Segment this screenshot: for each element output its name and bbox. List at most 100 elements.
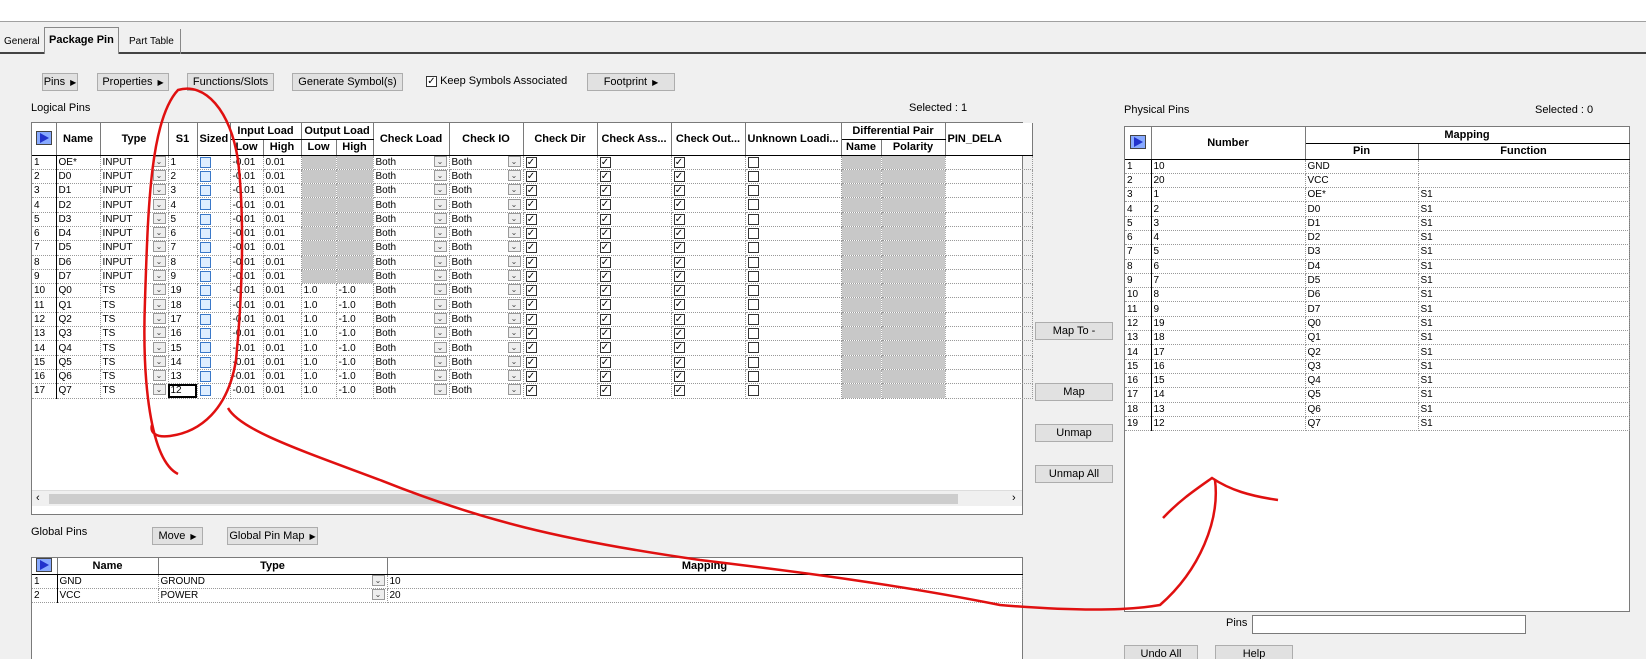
pin-name-cell[interactable]: Q6 xyxy=(56,369,101,385)
check-ass-cell[interactable]: ✓ xyxy=(597,155,672,170)
check-load-cell[interactable]: Both ⌄ xyxy=(373,340,450,356)
physical-col-number[interactable]: Number xyxy=(1151,127,1306,160)
input-load-high-cell[interactable]: 0.01 xyxy=(263,369,302,385)
check-load-cell[interactable]: Both ⌄ xyxy=(373,255,450,270)
pin-name-cell[interactable]: Q2 xyxy=(56,312,101,328)
global-col-type[interactable]: Type xyxy=(158,558,388,575)
dropdown-arrow-icon[interactable]: ⌄ xyxy=(433,270,447,282)
physical-number-cell[interactable]: 17 xyxy=(1151,344,1306,360)
check-dir-cell[interactable]: ✓ xyxy=(523,169,598,185)
sized-cell[interactable] xyxy=(197,197,231,213)
sized-cell[interactable] xyxy=(197,283,231,299)
dropdown-arrow-icon[interactable]: ⌄ xyxy=(433,341,447,353)
row-number[interactable]: 5 xyxy=(32,212,57,227)
diff-polarity-cell[interactable] xyxy=(881,169,946,185)
unknown-load-cell[interactable] xyxy=(745,240,842,256)
sized-cell[interactable] xyxy=(197,183,231,199)
diff-name-cell[interactable] xyxy=(841,326,882,342)
row-number[interactable]: 4 xyxy=(1125,201,1152,217)
row-number[interactable]: 2 xyxy=(32,588,58,604)
check-dir-cell[interactable]: ✓ xyxy=(523,212,598,227)
row-number[interactable]: 10 xyxy=(1125,287,1152,303)
global-pins-grid[interactable]: Name Type Mapping 1 GND GROUND ⌄ 10 2 VCC POWER… xyxy=(31,557,1023,659)
input-load-low-cell[interactable]: -0.01 xyxy=(230,240,264,256)
pin-type-cell[interactable]: INPUT ⌄ xyxy=(100,155,169,170)
pin-delay-cell[interactable] xyxy=(945,355,1033,370)
pin-type-cell[interactable]: TS ⌄ xyxy=(100,326,169,342)
global-mapping-cell[interactable]: 10 xyxy=(387,574,1023,589)
physical-pin-row[interactable]: 17 14 Q5 S1 xyxy=(1125,387,1630,403)
check-dir-cell[interactable]: ✓ xyxy=(523,340,598,356)
unknown-load-cell[interactable] xyxy=(745,197,842,213)
diff-polarity-cell[interactable] xyxy=(881,340,946,356)
physical-pin-cell[interactable]: D3 xyxy=(1305,244,1419,260)
s1-cell[interactable]: 17 xyxy=(168,312,198,328)
generate-symbols-button[interactable]: Generate Symbol(s) xyxy=(292,73,403,91)
check-io-cell[interactable]: Both ⌄ xyxy=(449,383,524,399)
unknown-load-cell[interactable] xyxy=(745,369,842,385)
row-number[interactable]: 19 xyxy=(1125,416,1152,432)
physical-pin-row[interactable]: 16 15 Q4 S1 xyxy=(1125,373,1630,389)
physical-pin-cell[interactable]: OE* xyxy=(1305,187,1419,203)
row-number[interactable]: 6 xyxy=(1125,230,1152,246)
s1-cell[interactable]: 2 xyxy=(168,169,198,185)
check-ass-cell[interactable]: ✓ xyxy=(597,312,672,328)
check-load-cell[interactable]: Both ⌄ xyxy=(373,226,450,242)
row-number[interactable]: 7 xyxy=(1125,244,1152,260)
col-pin-delay[interactable]: PIN_DELA xyxy=(945,123,1033,156)
input-load-low-cell[interactable]: -0.01 xyxy=(230,155,264,170)
checkbox-checked-icon[interactable]: ✓ xyxy=(525,285,537,297)
logical-pin-row[interactable]: 10 Q0 TS ⌄ 19 -0.01 0.01 1.0 -1.0 Both ⌄ Both ⌄ ✓ ✓ ✓ xyxy=(32,283,1033,299)
input-load-high-cell[interactable]: 0.01 xyxy=(263,226,302,242)
input-load-high-cell[interactable]: 0.01 xyxy=(263,183,302,199)
dropdown-arrow-icon[interactable]: ⌄ xyxy=(433,298,447,310)
check-dir-cell[interactable]: ✓ xyxy=(523,255,598,270)
checkbox-unchecked-icon[interactable] xyxy=(747,313,759,325)
footprint-menu-button[interactable]: Footprint ▶ xyxy=(587,73,675,91)
sized-checkbox[interactable] xyxy=(199,328,211,340)
logical-pin-row[interactable]: 4 D2 INPUT ⌄ 4 -0.01 0.01 Both ⌄ Both ⌄ ✓ ✓ ✓ xyxy=(32,197,1033,213)
physical-pin-row[interactable]: 9 7 D5 S1 xyxy=(1125,273,1630,289)
checkbox-checked-icon[interactable]: ✓ xyxy=(599,242,611,254)
physical-function-cell[interactable]: S1 xyxy=(1418,373,1630,389)
s1-cell[interactable]: 8 xyxy=(168,255,198,270)
checkbox-checked-icon[interactable]: ✓ xyxy=(525,213,537,225)
pins-input[interactable] xyxy=(1252,615,1526,634)
dropdown-arrow-icon[interactable]: ⌄ xyxy=(507,184,521,196)
physical-number-cell[interactable]: 4 xyxy=(1151,230,1306,246)
row-number[interactable]: 5 xyxy=(1125,216,1152,231)
physical-pin-cell[interactable]: D1 xyxy=(1305,216,1419,231)
pin-name-cell[interactable]: Q7 xyxy=(56,383,101,399)
row-number[interactable]: 14 xyxy=(1125,344,1152,360)
checkbox-unchecked-icon[interactable] xyxy=(747,199,759,211)
check-out-cell[interactable]: ✓ xyxy=(671,212,746,227)
col-output-load[interactable]: Output Load xyxy=(301,123,374,140)
pin-delay-cell[interactable] xyxy=(945,212,1033,227)
unknown-load-cell[interactable] xyxy=(745,155,842,170)
output-load-low-cell[interactable] xyxy=(301,183,337,199)
check-dir-cell[interactable]: ✓ xyxy=(523,383,598,399)
diff-name-cell[interactable] xyxy=(841,355,882,370)
check-dir-cell[interactable]: ✓ xyxy=(523,183,598,199)
check-ass-cell[interactable]: ✓ xyxy=(597,255,672,270)
sized-checkbox[interactable] xyxy=(199,285,211,297)
checkbox-checked-icon[interactable]: ✓ xyxy=(525,156,537,168)
pin-delay-cell[interactable] xyxy=(945,326,1033,342)
check-load-cell[interactable]: Both ⌄ xyxy=(373,383,450,399)
physical-function-cell[interactable] xyxy=(1418,173,1630,189)
dropdown-arrow-icon[interactable]: ⌄ xyxy=(433,312,447,324)
row-number[interactable]: 11 xyxy=(1125,301,1152,317)
check-io-cell[interactable]: Both ⌄ xyxy=(449,269,524,285)
dropdown-arrow-icon[interactable]: ⌄ xyxy=(152,312,166,324)
check-ass-cell[interactable]: ✓ xyxy=(597,269,672,285)
checkbox-checked-icon[interactable]: ✓ xyxy=(673,342,685,354)
physical-number-cell[interactable]: 14 xyxy=(1151,387,1306,403)
pin-type-cell[interactable]: INPUT ⌄ xyxy=(100,169,169,185)
dropdown-arrow-icon[interactable]: ⌄ xyxy=(152,327,166,339)
input-load-low-cell[interactable]: -0.01 xyxy=(230,283,264,299)
checkbox-checked-icon[interactable]: ✓ xyxy=(525,356,537,368)
physical-select-all-corner[interactable] xyxy=(1125,127,1152,160)
check-ass-cell[interactable]: ✓ xyxy=(597,169,672,185)
output-load-low-cell[interactable] xyxy=(301,226,337,242)
checkbox-checked-icon[interactable]: ✓ xyxy=(673,299,685,311)
